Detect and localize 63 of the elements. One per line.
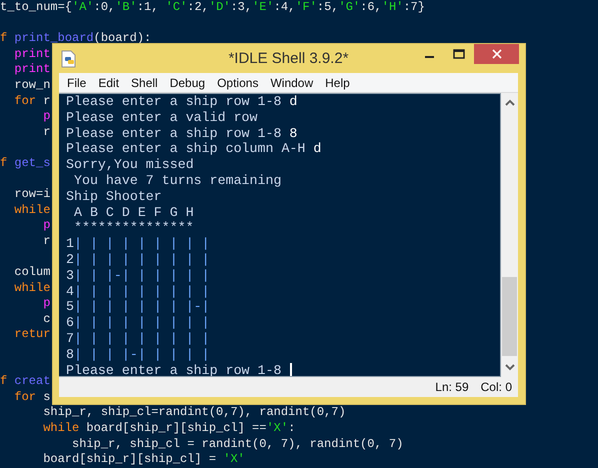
minimize-icon [424, 56, 434, 58]
scroll-up-icon[interactable] [504, 99, 514, 106]
maximize-icon [453, 49, 465, 59]
shell-line: 2| | | | | | | | | [66, 252, 210, 268]
code-line: f creat [0, 374, 50, 390]
scrollbar-thumb[interactable] [502, 277, 517, 356]
code-line: ship_r, ship_cl = randint(0, 7), randint(0, 7) [71, 436, 404, 452]
code-line: c [42, 312, 50, 328]
code-line: for r [13, 94, 50, 110]
code-line: r [42, 234, 50, 250]
code-line: ship_r, ship_cl=randint(0,7), randint(0,7) [42, 405, 346, 422]
menu-item[interactable]: Options [211, 73, 264, 92]
shell-line: Sorry,You missed [66, 157, 194, 173]
shell-line: Please enter a ship row 1-8 8 [66, 126, 298, 142]
menu-item[interactable]: Help [319, 73, 356, 92]
code-line: retur [13, 327, 50, 344]
code-line: for s [13, 390, 50, 406]
close-icon [492, 49, 502, 59]
text-cursor [290, 363, 292, 376]
shell-line: A B C D E F G H [72, 204, 194, 220]
code-line: while [13, 202, 50, 218]
code-line: f get_s [0, 156, 50, 172]
code-line: print [13, 46, 50, 62]
menu-item[interactable]: Shell [125, 73, 164, 92]
code-line: r [42, 124, 50, 140]
code-line: while [13, 280, 50, 296]
line-number-status: Ln: 59 [435, 380, 469, 394]
shell-line: 4| | | | | | | | | [66, 284, 210, 300]
python-file-icon [61, 50, 77, 68]
code-line: print [13, 62, 50, 78]
shell-line: 5| | | | | | | |-| [66, 299, 210, 316]
scroll-down-icon[interactable] [504, 364, 514, 371]
shell-line: Please enter a valid row [66, 110, 258, 126]
code-line: p [42, 109, 50, 125]
shell-line: Please enter a ship column A-H d [66, 141, 322, 158]
shell-line: Please enter a ship row 1-8 d [66, 94, 298, 110]
shell-line: Ship Shooter [66, 188, 162, 205]
code-line: t_to_num={'A':0,'B':1, 'C':2,'D':3,'E':4,'F':5,'G':6,'H':7} [0, 0, 425, 16]
code-line: p [42, 296, 50, 312]
menu-item[interactable]: Debug [164, 73, 212, 92]
shell-line: 3| | |-| | | | | | [66, 268, 210, 284]
code-line: f print_board(board): [0, 31, 152, 47]
code-line: row=i [13, 187, 50, 203]
shell-line: You have 7 turns remaining [72, 172, 282, 189]
shell-line: 7| | | | | | | | | [66, 330, 210, 347]
shell-line: 8| | | |-| | | | | [66, 346, 210, 363]
menu-item[interactable]: File [61, 73, 92, 92]
menu-item[interactable]: Edit [92, 73, 126, 92]
shell-line: *************** [72, 220, 194, 236]
shell-line: 1| | | | | | | | | [66, 236, 210, 252]
code-line: while board[ship_r][ship_cl] =='X': [42, 421, 296, 437]
close-button[interactable] [474, 44, 519, 64]
scrollbar[interactable] [501, 93, 518, 377]
menu-item[interactable]: Window [264, 73, 320, 92]
code-line: p [42, 218, 50, 234]
code-line: row_n [13, 78, 50, 94]
code-line: colum [13, 265, 50, 281]
shell-line: 6| | | | | | | | | [66, 315, 210, 331]
column-number-status: Col: 0 [480, 380, 512, 394]
shell-text-area[interactable] [59, 93, 501, 377]
window-title: *IDLE Shell 3.9.2* [228, 50, 349, 67]
shell-line: Please enter a ship row 1-8 [66, 362, 292, 376]
code-line: board[ship_r][ship_cl] = 'X' [42, 452, 245, 468]
